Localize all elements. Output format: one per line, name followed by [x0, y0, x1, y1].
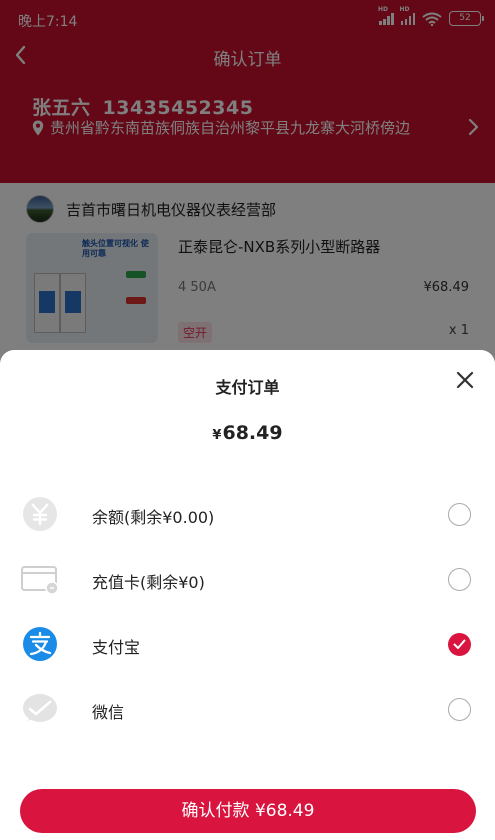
- prepaid-card-icon: [21, 566, 59, 595]
- option-label: 微信: [92, 703, 125, 722]
- confirm-payment-button[interactable]: 确认付款 ¥68.49: [20, 789, 476, 833]
- payment-option-wechat[interactable]: 微信: [0, 684, 495, 734]
- payment-sheet: 支付订单 ¥68.49 余额(剩余¥0.00) 充值卡(剩余¥0) 支付宝 微信…: [0, 350, 495, 840]
- radio-unchecked[interactable]: [448, 568, 471, 591]
- amount-currency: ¥: [212, 428, 222, 443]
- radio-unchecked[interactable]: [448, 698, 471, 721]
- close-icon[interactable]: [453, 368, 477, 392]
- radio-checked[interactable]: [448, 633, 471, 656]
- option-label: 充值卡(剩余¥0): [92, 573, 205, 592]
- wechat-icon: [23, 694, 57, 722]
- option-label: 支付宝: [92, 638, 141, 657]
- payment-amount: ¥68.49: [0, 422, 495, 444]
- payment-option-prepaid-card[interactable]: 充值卡(剩余¥0): [0, 554, 495, 604]
- amount-value: 68.49: [222, 422, 283, 444]
- alipay-icon: [23, 627, 57, 661]
- radio-unchecked[interactable]: [448, 503, 471, 526]
- checkmark-icon: [453, 639, 466, 649]
- option-label: 余额(剩余¥0.00): [92, 508, 215, 527]
- payment-option-alipay[interactable]: 支付宝: [0, 619, 495, 669]
- balance-yuan-icon: [23, 497, 57, 531]
- sheet-title: 支付订单: [215, 378, 280, 397]
- payment-option-balance[interactable]: 余额(剩余¥0.00): [0, 489, 495, 539]
